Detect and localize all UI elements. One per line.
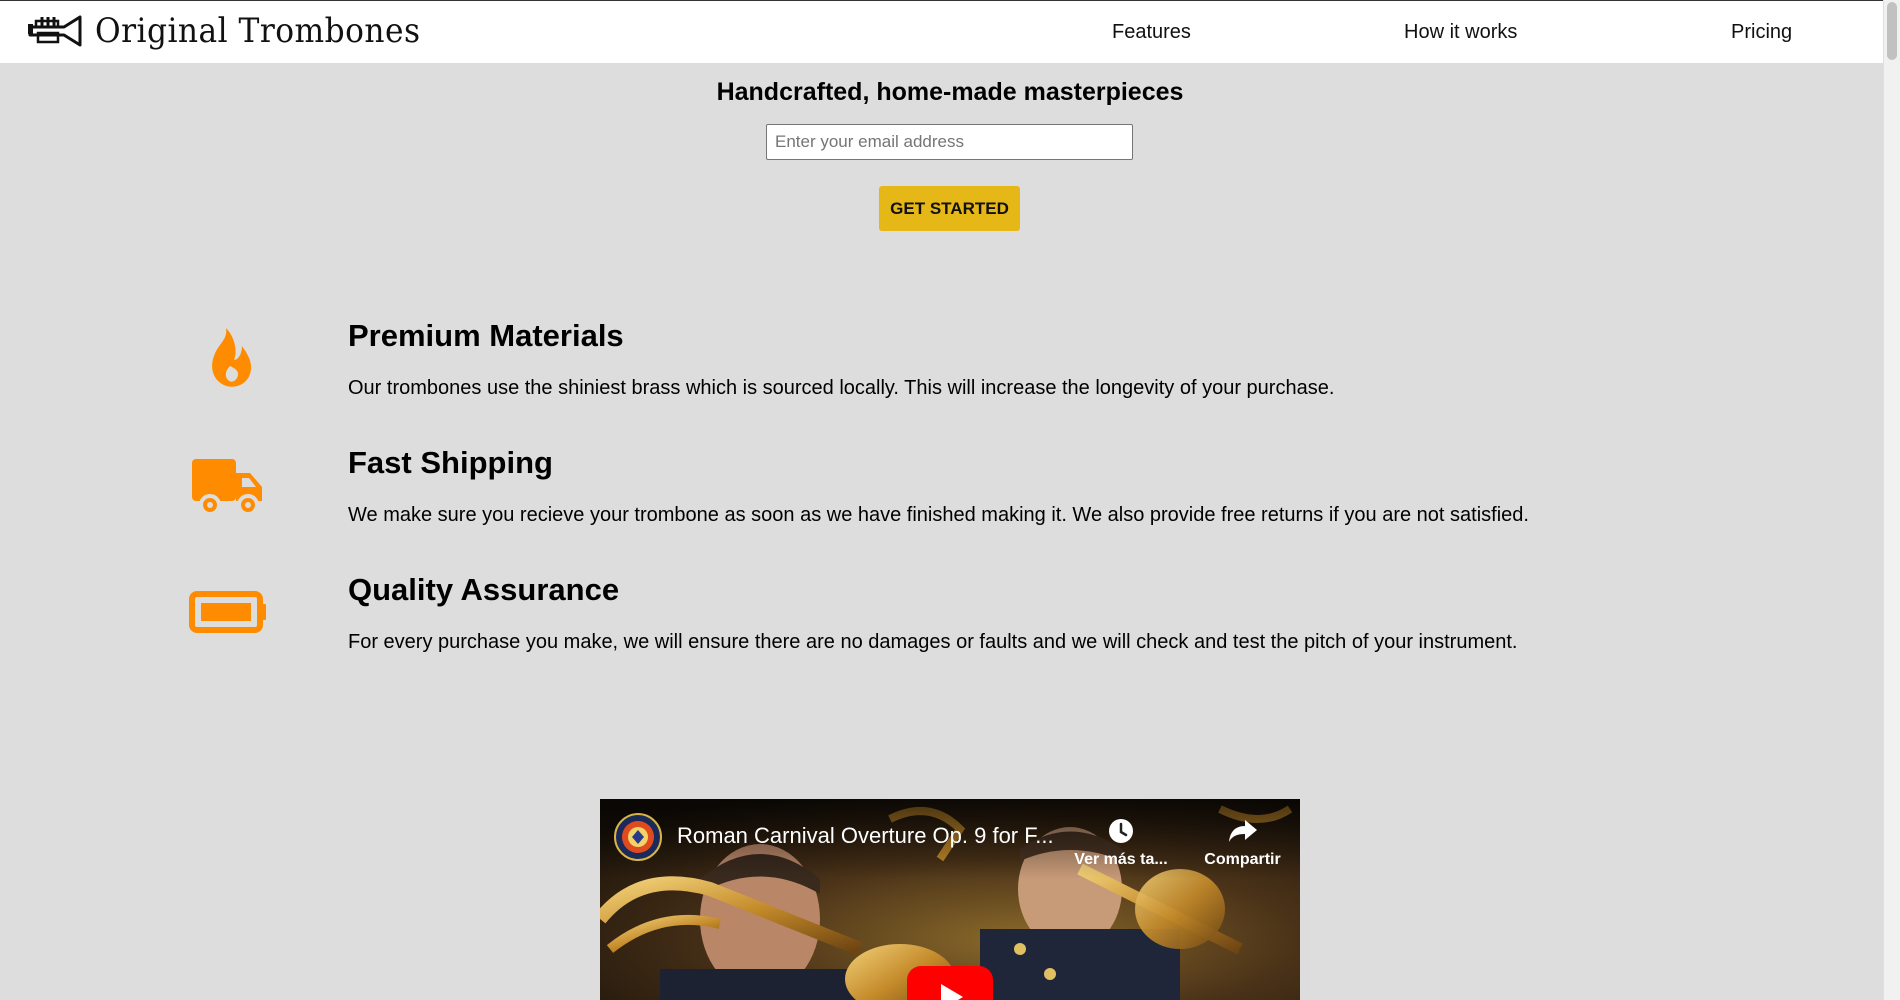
- browser-viewport: Original Trombones Features How it works…: [0, 0, 1900, 1000]
- feature-description: We make sure you recieve your trombone a…: [348, 504, 1529, 526]
- channel-crest-icon: [622, 821, 654, 853]
- video-player[interactable]: Roman Carnival Overture Op. 9 for F... V…: [600, 799, 1300, 1000]
- play-button[interactable]: [907, 966, 993, 1000]
- channel-avatar[interactable]: [614, 813, 662, 861]
- main-nav: Features How it works Pricing: [0, 1, 1900, 63]
- feature-title: Premium Materials: [348, 318, 624, 353]
- share-arrow-icon: [1228, 820, 1257, 842]
- nav-link-how-it-works[interactable]: How it works: [1404, 21, 1517, 44]
- email-input[interactable]: [766, 124, 1133, 160]
- battery-icon: [189, 591, 266, 633]
- watch-later-button[interactable]: Ver más ta...: [1066, 811, 1176, 869]
- video-title[interactable]: Roman Carnival Overture Op. 9 for F...: [677, 823, 1054, 849]
- watch-later-label: Ver más ta...: [1074, 851, 1168, 868]
- hero-title: Handcrafted, home-made masterpieces: [716, 78, 1184, 106]
- scrollbar-thumb[interactable]: [1887, 2, 1897, 60]
- landing-page: Original Trombones Features How it works…: [0, 0, 1900, 1000]
- nav-link-features[interactable]: Features: [1112, 21, 1191, 44]
- feature-description: For every purchase you make, we will ens…: [348, 631, 1518, 653]
- feature-title: Quality Assurance: [348, 572, 620, 607]
- clock-icon: [1109, 819, 1133, 843]
- fire-icon: [212, 328, 252, 387]
- nav-link-pricing[interactable]: Pricing: [1731, 21, 1792, 44]
- site-header: Original Trombones Features How it works…: [0, 0, 1900, 63]
- share-button[interactable]: Compartir: [1195, 811, 1290, 869]
- feature-description: Our trombones use the shiniest brass whi…: [348, 377, 1335, 399]
- get-started-button[interactable]: GET STARTED: [879, 186, 1020, 231]
- vertical-scrollbar[interactable]: [1883, 0, 1900, 1000]
- truck-icon: [192, 459, 262, 516]
- feature-title: Fast Shipping: [348, 445, 553, 480]
- share-label: Compartir: [1204, 851, 1281, 868]
